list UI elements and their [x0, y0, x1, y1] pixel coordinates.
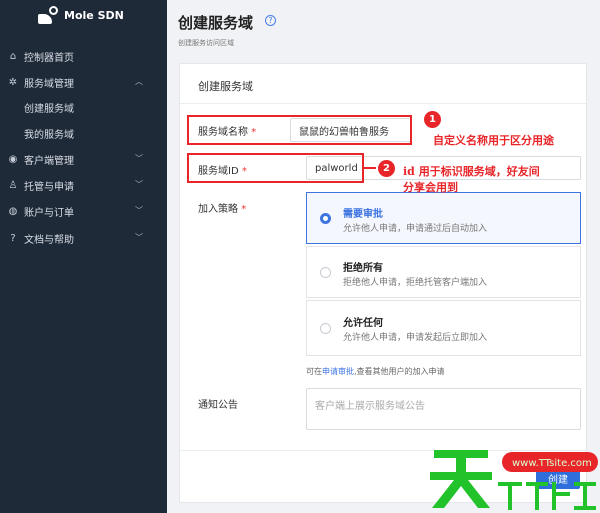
- policy-option-allow-any[interactable]: 允许任何 允许他人申请，申请发起后立即加入: [306, 300, 581, 356]
- logo[interactable]: Mole SDN: [38, 4, 124, 26]
- policy-option-approval[interactable]: 需要审批 允许他人申请，申请通过后自动加入: [306, 192, 581, 244]
- sidebar-item-client-management[interactable]: ◉ 客户端管理 ﹀: [0, 148, 167, 170]
- sidebar-item-label: 客户端管理: [24, 155, 74, 167]
- card-header: 创建服务域: [180, 64, 586, 104]
- annotation-arrow: [364, 167, 376, 169]
- annotation-text-1: 自定义名称用于区分用途: [433, 134, 554, 147]
- watermark-url: www.TTsite.com: [512, 458, 592, 469]
- annotation-box-id: [187, 153, 364, 183]
- chevron-down-icon: ﹀: [135, 180, 143, 189]
- radio-unchecked[interactable]: [320, 267, 331, 278]
- sidebar-item-docs[interactable]: ? 文档与帮助 ﹀: [0, 227, 167, 249]
- card-title: 创建服务域: [198, 80, 253, 93]
- sidebar-item-domain-management[interactable]: ✲ 服务域管理 ︿: [0, 71, 167, 93]
- account-icon: ◍: [8, 205, 18, 217]
- watermark-logo: www.TTsite.com: [430, 450, 598, 510]
- logo-text: Mole SDN: [64, 8, 124, 22]
- sidebar-item-label: 文档与帮助: [24, 234, 74, 246]
- policy-option-desc: 允许他人申请，申请通过后自动加入: [343, 224, 488, 234]
- radio-checked[interactable]: [320, 213, 331, 224]
- sidebar-item-label: 创建服务域: [24, 103, 74, 115]
- approval-link[interactable]: 申请审批: [322, 367, 354, 376]
- sidebar-item-label: 我的服务域: [24, 129, 74, 141]
- hint-suffix: ,查看其他用户的加入申请: [354, 367, 445, 376]
- question-icon[interactable]: ?: [265, 15, 276, 26]
- notice-textarea[interactable]: 客户端上展示服务域公告: [306, 388, 581, 430]
- client-icon: ◉: [8, 153, 18, 165]
- mole-logo-icon: [38, 6, 60, 24]
- sidebar-item-label: 控制器首页: [24, 52, 74, 64]
- annotation-text-2b: 分享会用到: [403, 181, 458, 194]
- chevron-down-icon: ﹀: [135, 206, 143, 215]
- chevron-down-icon: ﹀: [135, 154, 143, 163]
- help-icon: ?: [10, 232, 16, 244]
- annotation-number-2: 2: [378, 160, 395, 177]
- main-content: 创建服务域 ? 创建服务访问区域 创建服务域 服务域名称 * 鼠鼠的幻兽帕鲁服务…: [167, 0, 600, 513]
- policy-option-deny-all[interactable]: 拒绝所有 拒绝他人申请，拒绝托管客户端加入: [306, 246, 581, 298]
- annotation-number-1: 1: [424, 111, 441, 128]
- join-policy-label-text: 加入策略: [198, 204, 238, 215]
- radio-unchecked[interactable]: [320, 323, 331, 334]
- hosting-icon: ♙: [8, 179, 18, 191]
- sidebar-item-create-domain[interactable]: 创建服务域: [0, 96, 167, 118]
- sidebar-item-my-domains[interactable]: 我的服务域: [0, 122, 167, 144]
- page-subtitle: 创建服务访问区域: [178, 39, 234, 47]
- sidebar-item-hosting[interactable]: ♙ 托管与申请 ﹀: [0, 174, 167, 196]
- policy-option-title: 允许任何: [343, 318, 383, 329]
- chevron-down-icon: ﹀: [135, 233, 143, 242]
- notice-label: 通知公告: [198, 400, 238, 411]
- annotation-text-2a: id 用于标识服务域，好友间: [403, 165, 540, 178]
- join-policy-label: 加入策略 *: [198, 200, 246, 215]
- home-icon: ⌂: [9, 50, 17, 62]
- policy-option-desc: 允许他人申请，申请发起后立即加入: [343, 333, 488, 343]
- policy-option-desc: 拒绝他人申请，拒绝托管客户端加入: [343, 278, 488, 288]
- required-mark: *: [241, 204, 247, 215]
- sidebar-item-label: 账户与订单: [24, 207, 74, 219]
- sidebar-item-dashboard[interactable]: ⌂ 控制器首页: [0, 45, 167, 67]
- policy-option-title: 拒绝所有: [343, 263, 383, 274]
- page-title: 创建服务域: [178, 14, 254, 32]
- sidebar: Mole SDN ⌂ 控制器首页 ✲ 服务域管理 ︿ 创建服务域 我的服务域 ◉…: [0, 0, 167, 513]
- watermark-glyphs: [498, 482, 596, 510]
- hint-prefix: 可在: [306, 367, 322, 376]
- watermark-glyph-large: [430, 450, 492, 508]
- sidebar-item-label: 服务域管理: [24, 78, 74, 90]
- sidebar-item-label: 托管与申请: [24, 181, 74, 193]
- policy-option-title: 需要审批: [343, 209, 383, 220]
- cluster-icon: ✲: [8, 76, 18, 88]
- annotation-box-name: [187, 115, 412, 145]
- chevron-up-icon: ︿: [135, 77, 143, 86]
- approval-hint: 可在申请审批,查看其他用户的加入申请: [306, 366, 445, 377]
- sidebar-item-account[interactable]: ◍ 账户与订单 ﹀: [0, 200, 167, 222]
